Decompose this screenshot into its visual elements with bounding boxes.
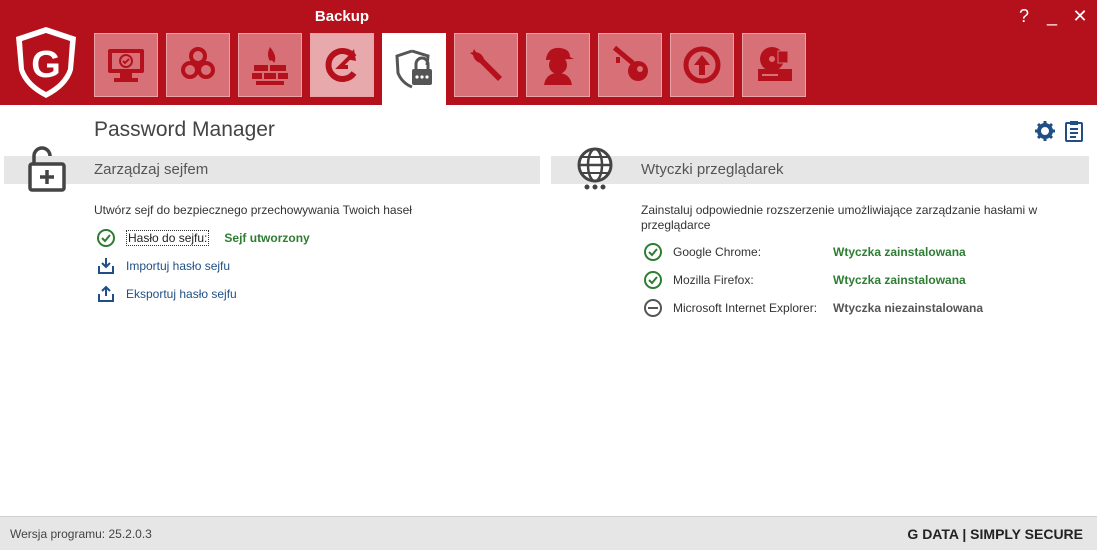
export-vault-password-link[interactable]: Eksportuj hasło sejfu xyxy=(126,287,237,301)
check-circle-icon xyxy=(97,229,115,247)
tab-parental-controls[interactable] xyxy=(526,33,590,97)
import-vault-password-link[interactable]: Importuj hasło sejfu xyxy=(126,259,230,273)
browser-name: Mozilla Firefox: xyxy=(673,273,754,287)
tab-tuner[interactable] xyxy=(454,33,518,97)
tab-virus-check[interactable] xyxy=(166,33,230,97)
import-row: Importuj hasło sejfu xyxy=(96,256,230,276)
vault-password-row: Hasło do sejfu: Sejf utworzony xyxy=(96,228,310,248)
biohazard-icon xyxy=(181,47,215,79)
tab-autostart-manager[interactable] xyxy=(670,33,734,97)
parental-control-icon xyxy=(544,47,574,85)
browser-row-firefox: Mozilla Firefox: Wtyczka zainstalowana xyxy=(643,270,966,290)
window-title: Backup xyxy=(314,8,370,25)
logo-letter: G xyxy=(31,44,61,86)
footer-bar: Wersja programu: 25.2.0.3 G DATA | SIMPL… xyxy=(0,516,1097,550)
browser-row-ie: Microsoft Internet Explorer: Wtyczka nie… xyxy=(643,298,983,318)
browser-name: Microsoft Internet Explorer: xyxy=(673,301,818,315)
minus-circle-icon xyxy=(644,299,662,317)
tab-backup[interactable] xyxy=(310,33,374,97)
program-version: Wersja programu: 25.2.0.3 xyxy=(10,527,152,541)
minimize-button[interactable]: _ xyxy=(1043,6,1061,26)
tab-device-control[interactable] xyxy=(742,33,806,97)
key-icon xyxy=(612,45,648,81)
tab-firewall[interactable] xyxy=(238,33,302,97)
unlocked-padlock-plus-icon xyxy=(28,146,66,192)
gdata-logo: G xyxy=(16,27,76,98)
manage-vault-title: Zarządzaj sejfem xyxy=(94,161,209,178)
clipboard-log-icon[interactable] xyxy=(1063,120,1085,142)
autostart-icon xyxy=(683,46,721,84)
vault-password-link[interactable]: Hasło do sejfu: xyxy=(126,230,210,246)
browser-plugins-description: Zainstaluj odpowiednie rozszerzenie umoż… xyxy=(641,203,1038,232)
tab-encryption[interactable] xyxy=(598,33,662,97)
plugin-status: Wtyczka zainstalowana xyxy=(833,245,966,259)
globe-icon xyxy=(577,147,613,190)
backup-icon xyxy=(325,48,357,82)
monitor-check-icon xyxy=(108,49,144,82)
check-circle-icon xyxy=(644,243,662,261)
tab-password-manager[interactable] xyxy=(382,33,446,105)
manage-vault-description: Utwórz sejf do bezpiecznego przechowywan… xyxy=(94,203,412,217)
firewall-icon xyxy=(252,47,288,85)
plugin-status: Wtyczka zainstalowana xyxy=(833,273,966,287)
close-button[interactable]: ✕ xyxy=(1071,6,1089,26)
browser-name: Google Chrome: xyxy=(673,245,762,259)
check-circle-icon xyxy=(644,271,662,289)
device-control-icon xyxy=(758,47,792,81)
header-bar: Backup ? _ ✕ G xyxy=(0,0,1097,105)
window-controls: ? _ ✕ xyxy=(1015,6,1089,26)
export-icon xyxy=(98,285,114,302)
settings-gear-icon[interactable] xyxy=(1034,120,1056,142)
help-button[interactable]: ? xyxy=(1015,6,1033,26)
page-title: Password Manager xyxy=(94,118,275,141)
manage-vault-section-header: Zarządzaj sejfem xyxy=(4,156,540,184)
import-icon xyxy=(98,258,114,274)
brand-slogan: G DATA | SIMPLY SECURE xyxy=(907,526,1083,542)
tab-security-status[interactable] xyxy=(94,33,158,97)
browser-row-chrome: Google Chrome: Wtyczka zainstalowana xyxy=(643,242,966,262)
wrench-icon xyxy=(470,49,502,81)
vault-status: Sejf utworzony xyxy=(224,231,310,245)
export-row: Eksportuj hasło sejfu xyxy=(96,284,237,304)
browser-plugins-section-header: Wtyczki przeglądarek xyxy=(551,156,1089,184)
plugin-status: Wtyczka niezainstalowana xyxy=(833,301,984,315)
browser-plugins-title: Wtyczki przeglądarek xyxy=(641,161,784,178)
password-manager-icon xyxy=(395,49,432,89)
